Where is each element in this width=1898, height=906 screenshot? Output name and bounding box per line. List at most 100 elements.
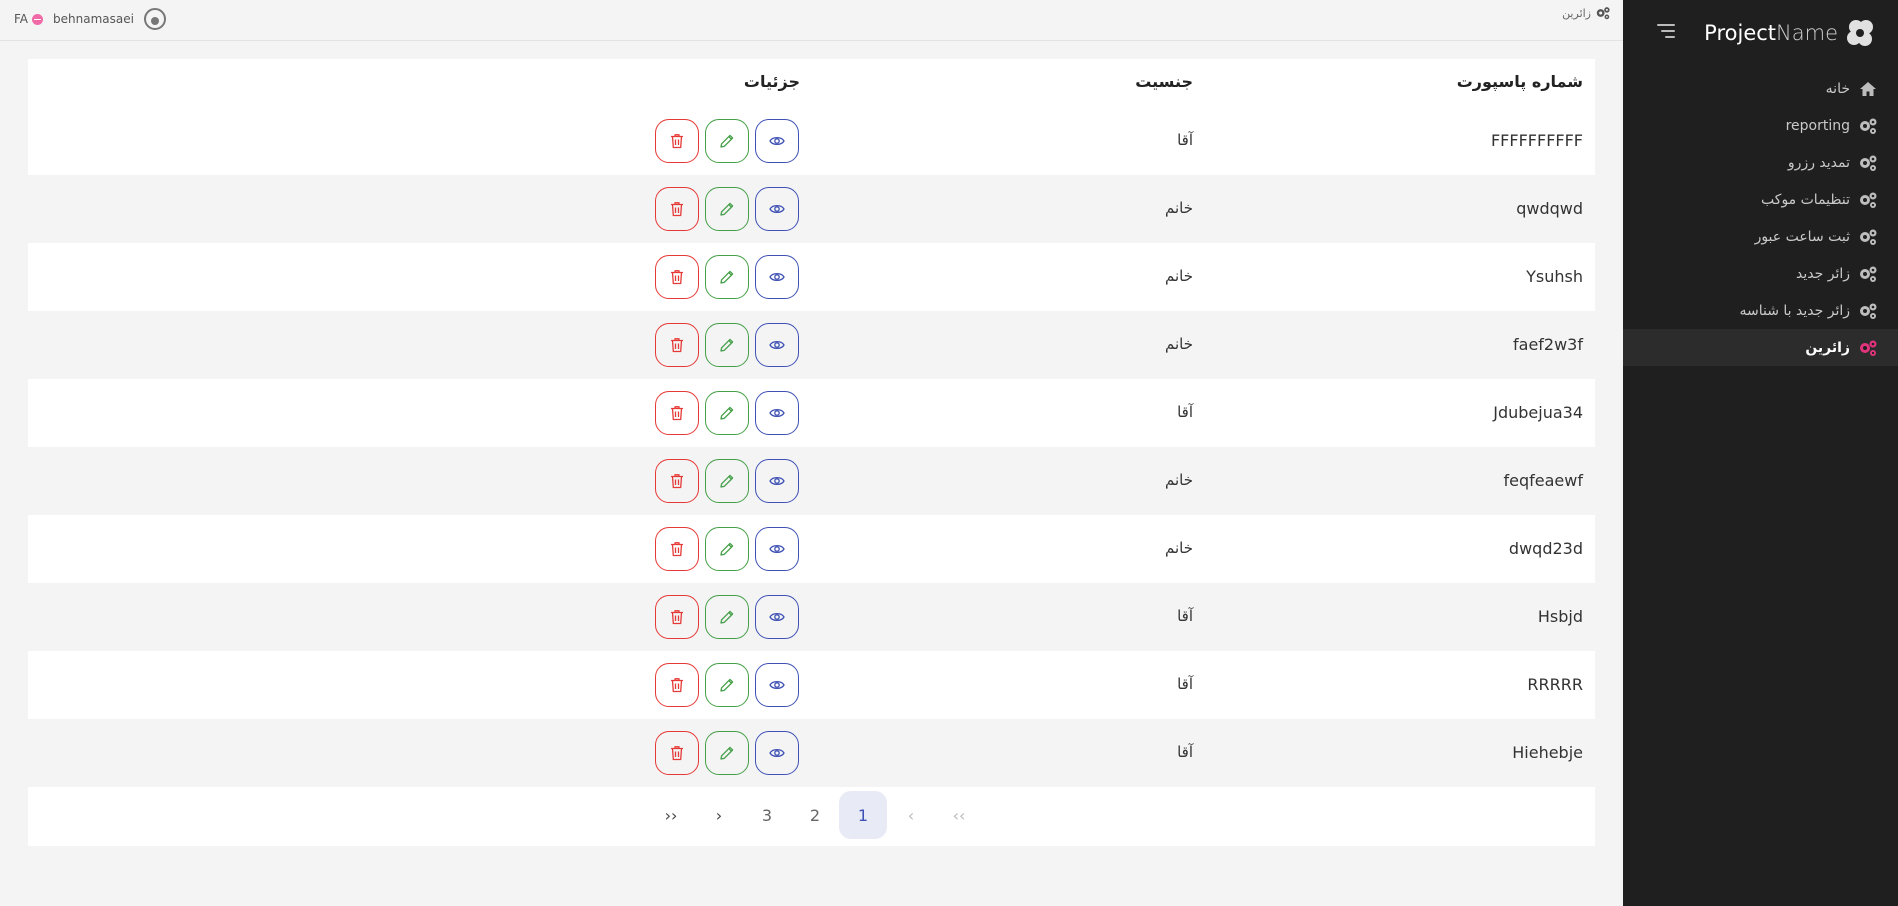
trash-icon bbox=[670, 337, 684, 353]
sidebar-item-6[interactable]: زائر جدید با شناسه bbox=[1623, 292, 1898, 329]
gears-icon bbox=[1858, 265, 1878, 283]
delete-button[interactable] bbox=[655, 663, 699, 707]
header-gender: جنسیت bbox=[1135, 72, 1193, 91]
edit-button[interactable] bbox=[705, 323, 749, 367]
globe-icon bbox=[32, 13, 44, 25]
eye-icon bbox=[769, 203, 785, 215]
view-button[interactable] bbox=[755, 459, 799, 503]
delete-button[interactable] bbox=[655, 731, 699, 775]
trash-icon bbox=[670, 473, 684, 489]
page-3-button[interactable]: 3 bbox=[743, 791, 791, 839]
sidebar-item-label: تمدید رزرو bbox=[1787, 154, 1850, 171]
delete-button[interactable] bbox=[655, 527, 699, 571]
view-button[interactable] bbox=[755, 255, 799, 299]
sidebar-item-5[interactable]: زائر جدید bbox=[1623, 255, 1898, 292]
view-button[interactable] bbox=[755, 731, 799, 775]
trash-icon bbox=[670, 677, 684, 693]
eye-icon bbox=[769, 611, 785, 623]
gears-icon bbox=[1858, 339, 1878, 357]
edit-button[interactable] bbox=[705, 391, 749, 435]
view-button[interactable] bbox=[755, 527, 799, 571]
trash-icon bbox=[670, 745, 684, 761]
brand-name-light: Name bbox=[1776, 21, 1838, 45]
delete-button[interactable] bbox=[655, 323, 699, 367]
sidebar-item-label: زائر جدید bbox=[1796, 265, 1850, 282]
sidebar-item-7[interactable]: زائرین bbox=[1623, 329, 1898, 366]
username[interactable]: behnamasaei bbox=[53, 12, 134, 26]
language-label: FA bbox=[14, 12, 29, 26]
pencil-icon bbox=[719, 745, 735, 761]
passport-number: feqfeaewf bbox=[1503, 471, 1583, 490]
sidebar: ProjectName خانه reporting تمدید رزرو تنظیم… bbox=[1623, 0, 1898, 906]
edit-button[interactable] bbox=[705, 255, 749, 299]
eye-icon bbox=[769, 271, 785, 283]
eye-icon bbox=[769, 679, 785, 691]
passport-number: Ysuhsh bbox=[1526, 267, 1583, 286]
view-button[interactable] bbox=[755, 663, 799, 707]
pencil-icon bbox=[719, 337, 735, 353]
pagination: ›› › 3 2 1 ‹ ‹‹ bbox=[647, 791, 983, 839]
gender: آقا bbox=[1177, 403, 1193, 421]
sidebar-item-0[interactable]: خانه bbox=[1623, 70, 1898, 107]
brand[interactable]: ProjectName bbox=[1704, 16, 1878, 50]
sidebar-item-label: reporting bbox=[1785, 117, 1850, 134]
view-button[interactable] bbox=[755, 323, 799, 367]
pencil-icon bbox=[719, 405, 735, 421]
edit-button[interactable] bbox=[705, 459, 749, 503]
edit-button[interactable] bbox=[705, 119, 749, 163]
pencil-icon bbox=[719, 609, 735, 625]
logo-icon bbox=[1847, 20, 1873, 46]
prev-page-button[interactable]: ‹ bbox=[887, 791, 935, 839]
delete-button[interactable] bbox=[655, 255, 699, 299]
user-avatar-icon[interactable] bbox=[143, 8, 166, 30]
sidebar-item-1[interactable]: reporting bbox=[1623, 107, 1898, 144]
gears-icon bbox=[1858, 228, 1878, 246]
language-switcher[interactable]: FA bbox=[14, 12, 44, 26]
trash-icon bbox=[670, 201, 684, 217]
last-page-button[interactable]: ›› bbox=[647, 791, 695, 839]
passport-number: FFFFFFFFFF bbox=[1490, 131, 1583, 150]
edit-button[interactable] bbox=[705, 527, 749, 571]
sidebar-item-3[interactable]: تنظیمات موکب bbox=[1623, 181, 1898, 218]
gender: آقا bbox=[1177, 131, 1193, 149]
view-button[interactable] bbox=[755, 187, 799, 231]
gender: آقا bbox=[1177, 675, 1193, 693]
view-button[interactable] bbox=[755, 119, 799, 163]
table-row: Hsbjd آقا bbox=[28, 583, 1595, 651]
gender: خانم bbox=[1164, 267, 1193, 285]
pencil-icon bbox=[719, 677, 735, 693]
delete-button[interactable] bbox=[655, 595, 699, 639]
edit-button[interactable] bbox=[705, 663, 749, 707]
sidebar-item-label: خانه bbox=[1825, 80, 1850, 97]
gears-icon bbox=[1596, 7, 1610, 20]
first-page-button[interactable]: ‹‹ bbox=[935, 791, 983, 839]
view-button[interactable] bbox=[755, 391, 799, 435]
page-2-button[interactable]: 2 bbox=[791, 791, 839, 839]
sidebar-item-2[interactable]: تمدید رزرو bbox=[1623, 144, 1898, 181]
delete-button[interactable] bbox=[655, 391, 699, 435]
view-button[interactable] bbox=[755, 595, 799, 639]
trash-icon bbox=[670, 541, 684, 557]
next-page-button[interactable]: › bbox=[695, 791, 743, 839]
row-actions bbox=[655, 731, 799, 775]
row-actions bbox=[655, 663, 799, 707]
passport-number: dwqd23d bbox=[1508, 539, 1583, 558]
row-actions bbox=[655, 187, 799, 231]
edit-button[interactable] bbox=[705, 595, 749, 639]
table-row: qwdqwd خانم bbox=[28, 175, 1595, 243]
menu-toggle-icon[interactable] bbox=[1653, 24, 1675, 40]
delete-button[interactable] bbox=[655, 187, 699, 231]
page-1-button[interactable]: 1 bbox=[839, 791, 887, 839]
passport-number: faef2w3f bbox=[1513, 335, 1583, 354]
sidebar-item-4[interactable]: ثبت ساعت عبور bbox=[1623, 218, 1898, 255]
breadcrumb-current[interactable]: زائرین bbox=[1562, 7, 1591, 20]
sidebar-item-label: زائر جدید با شناسه bbox=[1739, 302, 1851, 319]
delete-button[interactable] bbox=[655, 459, 699, 503]
edit-button[interactable] bbox=[705, 731, 749, 775]
passengers-table: شماره پاسپورت جنسیت جزئیات FFFFFFFFFF آقا… bbox=[28, 59, 1595, 846]
delete-button[interactable] bbox=[655, 119, 699, 163]
edit-button[interactable] bbox=[705, 187, 749, 231]
row-actions bbox=[655, 595, 799, 639]
trash-icon bbox=[670, 405, 684, 421]
gender: خانم bbox=[1164, 335, 1193, 353]
